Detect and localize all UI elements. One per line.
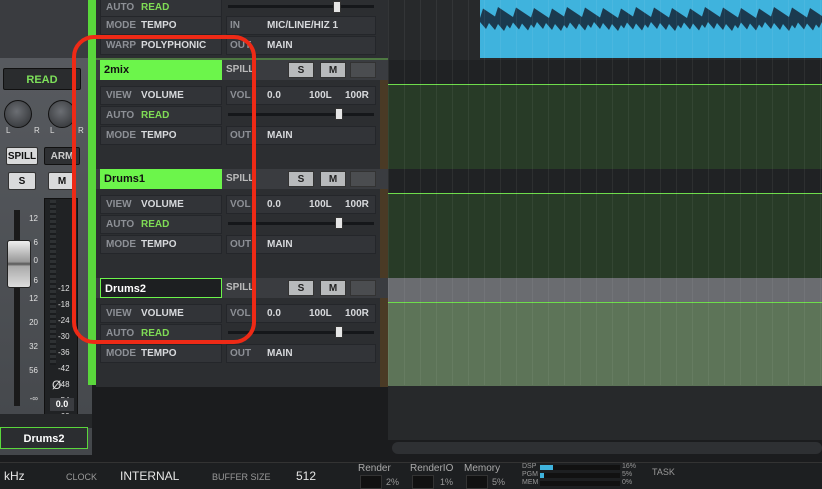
track-record-button[interactable] bbox=[350, 280, 376, 296]
render-label: Render bbox=[358, 463, 391, 474]
renderio-meter bbox=[412, 475, 434, 489]
fader-scale-label: 20 bbox=[29, 318, 38, 327]
renderio-value: 1% bbox=[440, 477, 454, 487]
meter-scale-label: -42 bbox=[58, 364, 70, 373]
pan-left-value: 100L bbox=[309, 308, 332, 319]
meter-scale-label: -30 bbox=[58, 332, 70, 341]
horizontal-scrollbar[interactable] bbox=[392, 442, 822, 454]
dsp-label: DSP bbox=[522, 463, 537, 470]
mem-meter bbox=[540, 481, 620, 486]
track-mute-button[interactable]: M bbox=[320, 171, 346, 187]
volume-value: 0.0 bbox=[267, 90, 281, 101]
task-label: TASK bbox=[652, 467, 675, 477]
auto-property[interactable]: AUTO READ bbox=[100, 0, 222, 17]
pgm-value: 5% bbox=[622, 471, 633, 478]
meter-bar bbox=[50, 200, 56, 365]
fader-scale-label: 6 bbox=[33, 276, 38, 285]
clock-value[interactable]: INTERNAL bbox=[120, 469, 179, 483]
knob-label-l1: L bbox=[6, 126, 11, 135]
memory-meter bbox=[466, 475, 488, 489]
input-selector[interactable]: IN MIC/LINE/HIZ 1 bbox=[226, 16, 376, 35]
buffer-size-value[interactable]: 512 bbox=[296, 469, 316, 483]
channel-name-label[interactable]: Drums2 bbox=[0, 427, 88, 449]
pgm-label: PGM bbox=[522, 471, 538, 478]
automation-mode-button[interactable]: READ bbox=[3, 68, 81, 90]
render-meter bbox=[360, 475, 382, 489]
annotation-highlight bbox=[72, 35, 256, 344]
dsp-meter bbox=[540, 465, 620, 470]
mode-property[interactable]: MODE TEMPO bbox=[100, 16, 222, 35]
fader-scale-label: 0 bbox=[33, 256, 38, 265]
status-bar: kHz CLOCK INTERNAL BUFFER SIZE 512 Rende… bbox=[0, 462, 822, 489]
volume-slider-knob[interactable] bbox=[335, 108, 343, 120]
pan-left-value: 100L bbox=[309, 199, 332, 210]
track-mute-button[interactable]: M bbox=[320, 62, 346, 78]
volume-slider-knob[interactable] bbox=[333, 1, 341, 13]
fader-scale-label: 12 bbox=[29, 294, 38, 303]
pan-right-value: 100R bbox=[345, 308, 369, 319]
meter-scale-label: -36 bbox=[58, 348, 70, 357]
volume-slider-knob[interactable] bbox=[335, 217, 343, 229]
track-solo-button[interactable]: S bbox=[288, 62, 314, 78]
track-record-button[interactable] bbox=[350, 171, 376, 187]
pan-right-value: 100R bbox=[345, 199, 369, 210]
mem-label: MEM bbox=[522, 479, 539, 486]
clock-label: CLOCK bbox=[66, 472, 98, 482]
mem-value: 0% bbox=[622, 479, 633, 486]
solo-button[interactable]: S bbox=[8, 172, 36, 190]
fader-scale-label: 56 bbox=[29, 366, 38, 375]
fader-value: 0.0 bbox=[50, 398, 74, 411]
fader-scale-label: 12 bbox=[29, 214, 38, 223]
pan-right-value: 100R bbox=[345, 90, 369, 101]
phase-invert-icon[interactable]: Ø bbox=[52, 378, 61, 392]
fader-scale-label: -∞ bbox=[29, 394, 38, 403]
volume-value: 0.0 bbox=[267, 199, 281, 210]
volume-value: 0.0 bbox=[267, 308, 281, 319]
dsp-value: 16% bbox=[622, 463, 637, 470]
track-solo-button[interactable]: S bbox=[288, 280, 314, 296]
track-solo-button[interactable]: S bbox=[288, 171, 314, 187]
volume-slider-track bbox=[228, 5, 374, 8]
render-value: 2% bbox=[386, 477, 400, 487]
track-record-button[interactable] bbox=[350, 62, 376, 78]
spill-button[interactable]: SPILL bbox=[6, 147, 38, 165]
buffer-size-label: BUFFER SIZE bbox=[212, 472, 271, 482]
pan-knob-left[interactable] bbox=[4, 100, 32, 128]
output-selector[interactable]: OUT MAIN bbox=[226, 344, 376, 363]
volume-slider-knob[interactable] bbox=[335, 326, 343, 338]
memory-label: Memory bbox=[464, 463, 501, 474]
pgm-meter bbox=[540, 473, 620, 478]
fader-scale-label: 32 bbox=[29, 342, 38, 351]
memory-value: 5% bbox=[492, 477, 506, 487]
mode-property[interactable]: MODE TEMPO bbox=[100, 344, 222, 363]
track-mute-button[interactable]: M bbox=[320, 280, 346, 296]
renderio-label: RenderIO bbox=[410, 463, 454, 474]
knob-label-l2: L bbox=[50, 126, 55, 135]
fader-scale-label: 6 bbox=[33, 238, 38, 247]
sample-rate[interactable]: kHz bbox=[4, 469, 25, 483]
strip-footer bbox=[0, 414, 92, 428]
pan-left-value: 100L bbox=[309, 90, 332, 101]
knob-label-r1: R bbox=[34, 126, 40, 135]
